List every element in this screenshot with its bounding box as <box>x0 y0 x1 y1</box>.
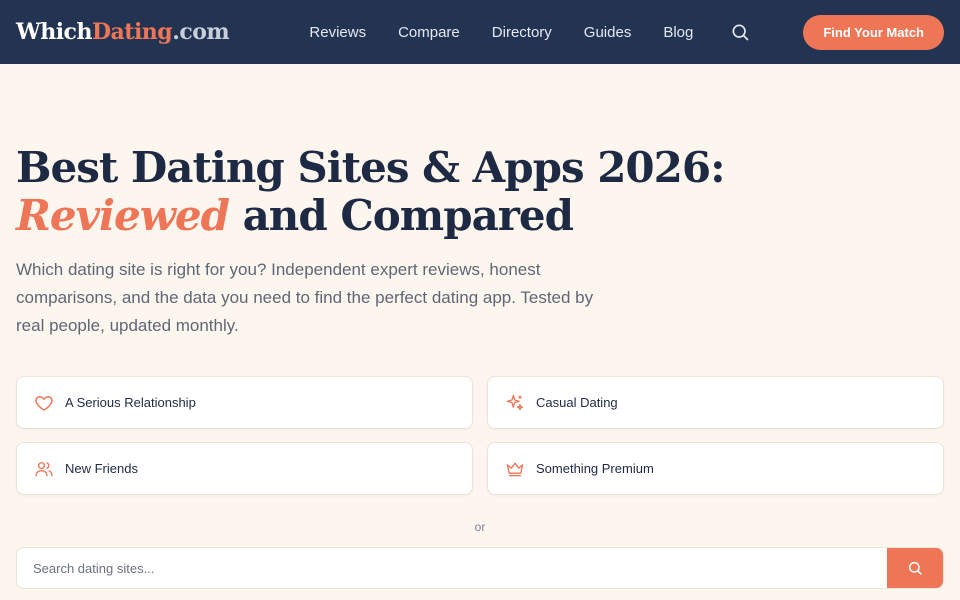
users-icon <box>33 458 55 480</box>
hero-section: Best Dating Sites & Apps 2026: Reviewed … <box>0 64 960 589</box>
search-submit-button[interactable] <box>887 548 943 588</box>
logo-part-dating: Dating <box>91 19 173 45</box>
crown-icon <box>504 458 526 480</box>
intent-options-grid: A Serious Relationship Casual Dating New… <box>16 376 944 495</box>
option-new-friends[interactable]: New Friends <box>16 442 473 495</box>
search-input[interactable] <box>17 548 887 588</box>
heart-icon <box>33 392 55 414</box>
page-title: Best Dating Sites & Apps 2026: Reviewed … <box>16 144 944 240</box>
logo-part-which: Which <box>16 19 92 45</box>
option-something-premium[interactable]: Something Premium <box>487 442 944 495</box>
sparkle-icon <box>504 392 526 414</box>
search-icon[interactable] <box>729 21 751 43</box>
option-casual-dating[interactable]: Casual Dating <box>487 376 944 429</box>
nav-link-blog[interactable]: Blog <box>663 24 693 41</box>
nav-link-reviews[interactable]: Reviews <box>309 24 366 41</box>
main-nav: Reviews Compare Directory Guides Blog <box>309 24 693 41</box>
nav-link-guides[interactable]: Guides <box>584 24 632 41</box>
logo-part-domain: .com <box>172 19 230 45</box>
find-your-match-button[interactable]: Find Your Match <box>803 14 944 50</box>
nav-link-directory[interactable]: Directory <box>492 24 552 41</box>
nav-link-compare[interactable]: Compare <box>398 24 460 41</box>
option-serious-relationship[interactable]: A Serious Relationship <box>16 376 473 429</box>
or-divider: or <box>474 520 486 534</box>
top-navigation-bar: WhichDating.com Reviews Compare Director… <box>0 0 960 64</box>
hero-subtext: Which dating site is right for you? Inde… <box>16 260 594 335</box>
option-label: New Friends <box>65 461 138 476</box>
option-label: Something Premium <box>536 461 654 476</box>
search-icon <box>907 560 923 576</box>
title-main: Best Dating Sites & Apps 2026: <box>16 143 726 192</box>
site-logo[interactable]: WhichDating.com <box>16 19 230 45</box>
title-rest: and Compared <box>228 191 574 240</box>
site-search-bar <box>16 547 944 589</box>
title-accent: Reviewed <box>16 191 230 240</box>
option-label: A Serious Relationship <box>65 395 196 410</box>
option-label: Casual Dating <box>536 395 618 410</box>
